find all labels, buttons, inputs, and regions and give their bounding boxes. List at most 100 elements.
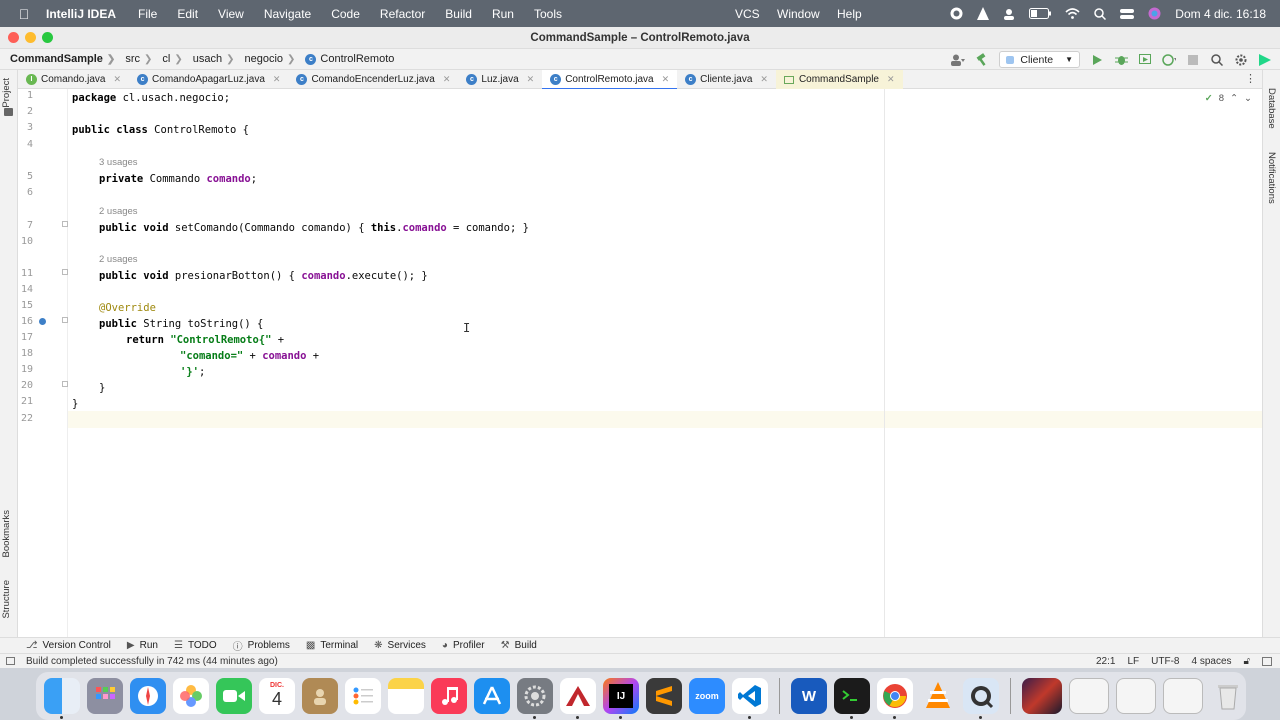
system-preferences-icon[interactable] — [517, 678, 553, 719]
override-marker-icon[interactable] — [39, 318, 46, 325]
run-configuration-selector[interactable]: Cliente ▼ — [999, 51, 1080, 68]
version-control-tool-button[interactable]: ⎇ Version Control — [26, 640, 111, 651]
menu-edit[interactable]: Edit — [177, 7, 198, 21]
apple-menu-icon[interactable]:  — [16, 6, 32, 22]
usage-hint[interactable]: 2 usages — [99, 254, 138, 265]
build-hammer-icon[interactable] — [975, 53, 989, 67]
database-tool-button[interactable]: Database — [1266, 88, 1277, 129]
close-icon[interactable]: ✕ — [273, 74, 281, 85]
more-tabs-icon[interactable]: ⋮ — [1245, 72, 1256, 85]
wifi-icon[interactable] — [1065, 8, 1080, 19]
close-window-button[interactable] — [8, 32, 19, 43]
line-separator[interactable]: LF — [1127, 656, 1139, 667]
record-icon[interactable] — [950, 7, 963, 20]
safari-icon[interactable] — [130, 678, 166, 714]
memory-indicator-icon[interactable] — [1262, 657, 1272, 666]
menu-app-name[interactable]: IntelliJ IDEA — [46, 7, 116, 21]
breadcrumb-class[interactable]: c ControlRemoto — [305, 53, 394, 65]
debug-icon[interactable] — [1114, 53, 1128, 67]
siri-icon[interactable] — [1148, 7, 1161, 20]
status-message[interactable]: Build completed successfully in 742 ms (… — [26, 656, 278, 667]
breadcrumb-cl[interactable]: cl ❯ — [162, 53, 182, 65]
profiler-tool-button[interactable]: ◕ Profiler — [442, 640, 485, 651]
vlc-status-icon[interactable] — [977, 7, 990, 20]
indent-setting[interactable]: 4 spaces — [1191, 656, 1231, 667]
tab-control-remoto[interactable]: c ControlRemoto.java ✕ — [542, 70, 678, 90]
settings-gear-icon[interactable] — [1234, 53, 1248, 67]
close-icon[interactable]: ✕ — [760, 74, 768, 85]
jetbrains-logo-icon[interactable] — [1258, 53, 1272, 67]
fold-icon[interactable] — [62, 317, 68, 323]
caret-position[interactable]: 22:1 — [1096, 656, 1115, 667]
chrome-icon[interactable] — [877, 678, 913, 719]
unlock-icon[interactable]: 🔓︎ — [1244, 656, 1250, 667]
stop-icon[interactable] — [1186, 53, 1200, 67]
menu-build[interactable]: Build — [445, 7, 472, 21]
menu-help[interactable]: Help — [837, 7, 862, 21]
menu-window[interactable]: Window — [777, 7, 820, 21]
close-icon[interactable]: ✕ — [443, 74, 451, 85]
recent-document-thumbnail-icon[interactable] — [1116, 678, 1156, 714]
contacts-icon[interactable] — [302, 678, 338, 714]
tab-luz[interactable]: c Luz.java ✕ — [458, 70, 542, 89]
build-tool-button[interactable]: ⚒ Build — [501, 640, 537, 651]
run-tool-button[interactable]: ▶ Run — [127, 640, 158, 651]
breadcrumb-src[interactable]: src ❯ — [125, 53, 152, 65]
close-icon[interactable]: ✕ — [887, 74, 895, 85]
close-icon[interactable]: ✕ — [662, 74, 670, 85]
facetime-icon[interactable] — [216, 678, 252, 714]
problems-tool-button[interactable]: ⓘ Problems — [233, 638, 290, 653]
vlc-icon[interactable] — [920, 678, 956, 714]
breadcrumb-negocio[interactable]: negocio ❯ — [244, 53, 295, 65]
vscode-icon[interactable] — [732, 678, 768, 719]
usage-hint[interactable]: 2 usages — [99, 206, 138, 217]
menu-view[interactable]: View — [218, 7, 244, 21]
menu-tools[interactable]: Tools — [534, 7, 562, 21]
fold-icon[interactable] — [62, 269, 68, 275]
usage-hint[interactable]: 3 usages — [99, 157, 138, 168]
reminders-icon[interactable] — [345, 678, 381, 714]
profile-icon[interactable] — [1162, 53, 1176, 67]
tab-cliente[interactable]: c Cliente.java ✕ — [677, 70, 776, 89]
music-icon[interactable] — [431, 678, 467, 714]
intellij-idea-icon[interactable]: IJ — [603, 678, 639, 719]
user-icon[interactable] — [1003, 8, 1015, 20]
minimize-window-button[interactable] — [25, 32, 36, 43]
zoom-window-button[interactable] — [42, 32, 53, 43]
tab-comando-apagar-luz[interactable]: c ComandoApagarLuz.java ✕ — [129, 70, 288, 89]
close-icon[interactable]: ✕ — [113, 74, 121, 85]
tab-comando[interactable]: I Comando.java ✕ — [18, 70, 129, 89]
search-everywhere-icon[interactable] — [1210, 53, 1224, 67]
code-area[interactable]: package cl.usach.negocio; public class C… — [72, 89, 1262, 637]
vcs-user-icon[interactable] — [951, 53, 966, 67]
bookmarks-tool-button[interactable]: Bookmarks — [1, 510, 12, 558]
recent-document-thumbnail-icon[interactable] — [1069, 678, 1109, 714]
menu-navigate[interactable]: Navigate — [264, 7, 311, 21]
code-editor[interactable]: 1 2 3 4 5 6 7 10 11 14 15 16 17 18 19 20… — [18, 89, 1262, 637]
recent-document-thumbnail-icon[interactable] — [1163, 678, 1203, 714]
fold-icon[interactable] — [62, 381, 68, 387]
fold-icon[interactable] — [62, 221, 68, 227]
menu-code[interactable]: Code — [331, 7, 360, 21]
tab-comando-encender-luz[interactable]: c ComandoEncenderLuz.java ✕ — [288, 70, 458, 89]
project-tool-button[interactable]: Project — [1, 78, 12, 108]
menu-vcs[interactable]: VCS — [735, 7, 760, 21]
close-icon[interactable]: ✕ — [527, 74, 535, 85]
archiver-app-icon[interactable] — [560, 678, 596, 719]
sublime-text-icon[interactable] — [646, 678, 682, 714]
app-store-icon[interactable] — [474, 678, 510, 714]
tool-windows-icon[interactable] — [6, 657, 15, 665]
quicktime-icon[interactable] — [963, 678, 999, 719]
calendar-icon[interactable]: DIC. 4 — [259, 678, 295, 714]
notes-icon[interactable] — [388, 678, 424, 714]
menu-refactor[interactable]: Refactor — [380, 7, 425, 21]
breadcrumb-project[interactable]: CommandSample ❯ — [10, 53, 115, 65]
photos-icon[interactable] — [173, 678, 209, 714]
run-icon[interactable] — [1090, 53, 1104, 67]
spotlight-search-icon[interactable] — [1094, 7, 1107, 20]
structure-tool-button[interactable]: Structure — [1, 580, 12, 619]
services-tool-button[interactable]: ❋ Services — [374, 640, 426, 651]
recent-window-thumbnail-icon[interactable] — [1022, 678, 1062, 714]
menu-clock[interactable]: Dom 4 dic. 16:18 — [1175, 7, 1266, 21]
word-icon[interactable]: W — [791, 678, 827, 714]
